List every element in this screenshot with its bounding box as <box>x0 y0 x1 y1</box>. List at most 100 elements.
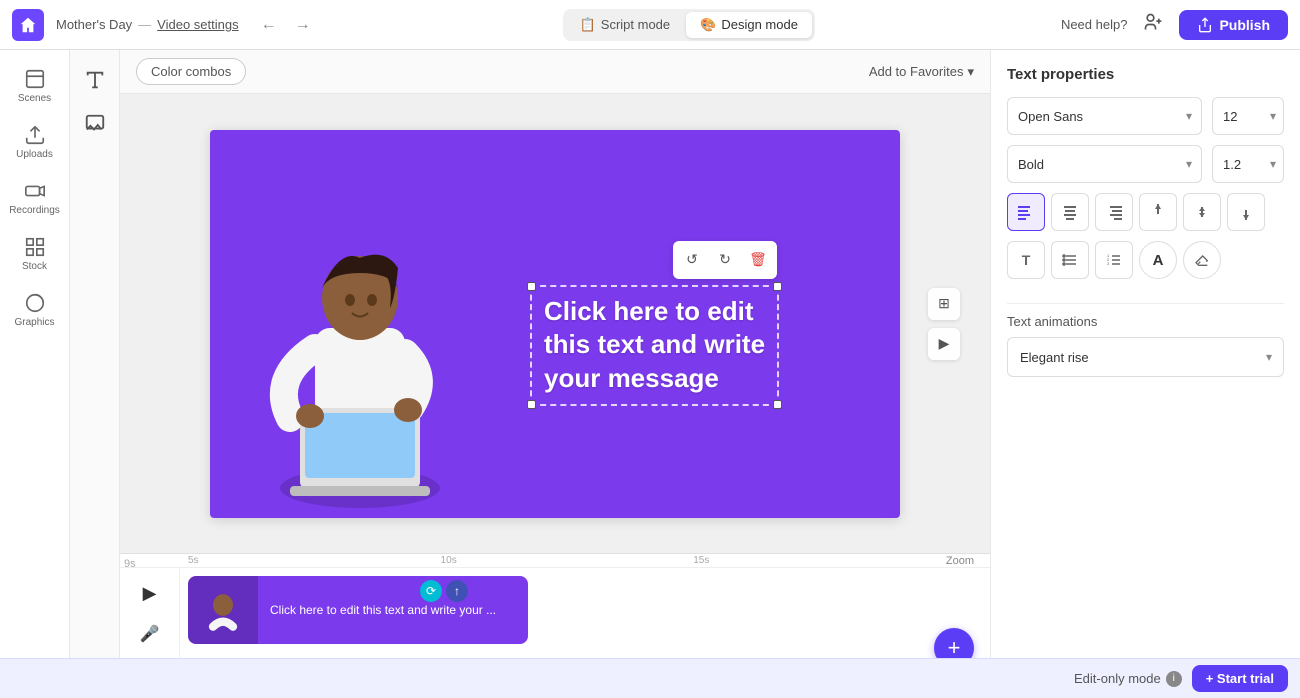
design-mode-label: Design mode <box>721 17 798 32</box>
text-element[interactable]: ↺ ↻ 🗑 Click here to edit this text and w… <box>530 285 779 406</box>
clip-icons: ⟳ ↑ <box>420 580 468 602</box>
text-redo-button[interactable]: ↻ <box>710 245 740 275</box>
align-left-button[interactable] <box>1007 193 1045 231</box>
format-buttons: T 123 A <box>1007 241 1284 279</box>
timeline-header: 9s 5s 10s 15s Zoom <box>120 554 990 568</box>
handle-bottom-left[interactable] <box>527 400 536 409</box>
character-image <box>210 178 510 518</box>
sidebar-graphics-label: Graphics <box>14 317 54 328</box>
time-marker-5s: 5s <box>188 555 441 566</box>
breadcrumb-separator: — <box>138 17 151 32</box>
nine-s-label: 9s <box>120 554 140 574</box>
track-clip[interactable]: ⟳ ↑ Click here to edit this text and wri… <box>188 576 528 644</box>
text-delete-button[interactable]: 🗑 <box>743 245 773 275</box>
text-color-button[interactable]: A <box>1139 241 1177 279</box>
publish-button[interactable]: Publish <box>1179 10 1288 40</box>
grid-view-button[interactable]: ⊞ <box>928 288 960 320</box>
info-icon[interactable]: i <box>1166 671 1182 687</box>
edit-only-text: Edit-only mode <box>1074 671 1161 686</box>
video-canvas[interactable]: ↺ ↻ 🗑 Click here to edit this text and w… <box>210 130 900 518</box>
clip-icon-teal[interactable]: ⟳ <box>420 580 442 602</box>
sidebar-item-stock[interactable]: Stock <box>6 228 64 280</box>
sidebar-scenes-label: Scenes <box>18 93 51 104</box>
design-mode-button[interactable]: 🎨 Design mode <box>686 12 812 38</box>
canvas-right-buttons: ⊞ ▶ <box>928 288 960 360</box>
clip-text-preview[interactable]: Click here to edit this text and write y… <box>258 594 528 627</box>
align-middle-button[interactable] <box>1183 193 1221 231</box>
home-button[interactable] <box>12 9 44 41</box>
topbar-right: Need help? Publish <box>1061 8 1288 41</box>
text-tool-button[interactable] <box>77 62 113 98</box>
svg-text:3: 3 <box>1107 261 1110 266</box>
list-button[interactable] <box>1051 241 1089 279</box>
font-size-select[interactable]: 12 14 16 18 24 <box>1212 97 1284 135</box>
align-right-button[interactable] <box>1095 193 1133 231</box>
design-icon: 🎨 <box>700 17 716 33</box>
add-favorites-label: Add to Favorites <box>869 64 964 79</box>
clip-thumbnail <box>188 576 258 644</box>
text-line3: your message <box>544 363 719 393</box>
font-row: Open Sans Arial Roboto 12 14 16 18 24 <box>1007 97 1284 135</box>
text-content[interactable]: Click here to edit this text and write y… <box>544 295 765 396</box>
text-line1: Click here to edit <box>544 296 754 326</box>
start-trial-button[interactable]: + Start trial <box>1192 665 1288 692</box>
canvas-toolbar: Color combos Add to Favorites ▾ <box>120 50 990 94</box>
sidebar-recordings-label: Recordings <box>9 205 60 216</box>
add-to-favorites-button[interactable]: Add to Favorites ▾ <box>869 64 974 80</box>
play-button[interactable]: ▶ <box>133 576 167 610</box>
font-family-select[interactable]: Open Sans Arial Roboto <box>1007 97 1202 135</box>
animation-title: Text animations <box>1007 314 1284 329</box>
video-settings-link[interactable]: Video settings <box>157 17 238 32</box>
animation-select[interactable]: Elegant rise Fade in Slide left Bounce N… <box>1007 337 1284 377</box>
mic-button[interactable]: 🎤 <box>134 618 166 650</box>
panel-area <box>70 50 120 698</box>
edit-only-mode: Edit-only mode i <box>1074 671 1182 687</box>
play-preview-button[interactable]: ▶ <box>928 328 960 360</box>
divider <box>1007 303 1284 304</box>
handle-bottom-right[interactable] <box>773 400 782 409</box>
align-center-button[interactable] <box>1051 193 1089 231</box>
font-family-wrap: Open Sans Arial Roboto <box>1007 97 1202 135</box>
back-button[interactable]: ← <box>255 12 283 38</box>
sidebar-item-graphics[interactable]: Graphics <box>6 284 64 336</box>
sidebar-item-scenes[interactable]: Scenes <box>6 60 64 112</box>
sidebar-stock-label: Stock <box>22 261 47 272</box>
zoom-label: Zoom <box>946 555 982 567</box>
align-top-button[interactable] <box>1139 193 1177 231</box>
nav-buttons: ← → <box>255 12 317 38</box>
left-sidebar: Scenes Uploads Recordings Stock Graphics <box>0 50 70 698</box>
font-weight-select[interactable]: Bold Regular Light Italic <box>1007 145 1202 183</box>
time-markers: 5s 10s 15s <box>188 555 946 566</box>
time-marker-10s: 10s <box>441 555 694 566</box>
time-marker-15s: 15s <box>693 555 946 566</box>
text-line2: this text and write <box>544 329 765 359</box>
breadcrumb: Mother's Day — Video settings <box>56 17 239 32</box>
add-user-button[interactable] <box>1137 8 1169 41</box>
sidebar-item-uploads[interactable]: Uploads <box>6 116 64 168</box>
line-height-select[interactable]: 1.2 1.0 1.4 1.6 <box>1212 145 1284 183</box>
text-undo-button[interactable]: ↺ <box>677 245 707 275</box>
canvas-area: Color combos Add to Favorites ▾ <box>120 50 990 698</box>
script-mode-label: Script mode <box>601 17 670 32</box>
media-tool-button[interactable] <box>77 106 113 142</box>
sidebar-uploads-label: Uploads <box>16 149 53 160</box>
color-combos-button[interactable]: Color combos <box>136 58 246 85</box>
sidebar-item-recordings[interactable]: Recordings <box>6 172 64 224</box>
eraser-button[interactable] <box>1183 241 1221 279</box>
text-style-button[interactable]: T <box>1007 241 1045 279</box>
handle-top-right[interactable] <box>773 282 782 291</box>
add-favorites-chevron: ▾ <box>967 64 974 80</box>
project-name: Mother's Day <box>56 17 132 32</box>
line-height-wrap: 1.2 1.0 1.4 1.6 <box>1212 145 1284 183</box>
clip-icon-blue[interactable]: ↑ <box>446 580 468 602</box>
animation-select-wrap: Elegant rise Fade in Slide left Bounce N… <box>1007 337 1284 377</box>
ordered-list-button[interactable]: 123 <box>1095 241 1133 279</box>
handle-top-left[interactable] <box>527 282 536 291</box>
mode-switcher: 📋 Script mode 🎨 Design mode <box>563 9 815 41</box>
alignment-buttons <box>1007 193 1284 231</box>
need-help-link[interactable]: Need help? <box>1061 17 1128 32</box>
forward-button[interactable]: → <box>289 12 317 38</box>
align-bottom-button[interactable] <box>1227 193 1265 231</box>
publish-label: Publish <box>1219 17 1270 33</box>
script-mode-button[interactable]: 📋 Script mode <box>566 12 685 38</box>
